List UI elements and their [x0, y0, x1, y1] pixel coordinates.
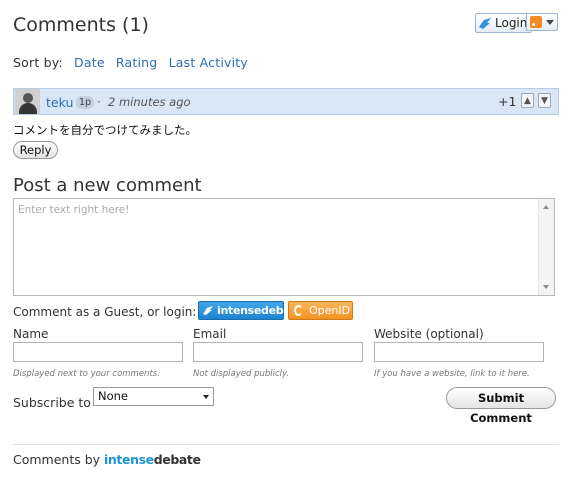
sort-by-date-link[interactable]: Date — [74, 55, 105, 70]
comment-header — [13, 88, 559, 115]
website-field[interactable] — [374, 342, 544, 362]
thumbs-down-icon[interactable]: ▼ — [538, 93, 551, 108]
avatar-head-shape — [23, 93, 33, 103]
footer-divider — [13, 444, 559, 445]
comments-title: Comments (1) — [13, 14, 149, 36]
reputation-badge[interactable]: 1p — [76, 96, 95, 109]
rss-icon — [530, 16, 542, 28]
sort-by-last-activity-link[interactable]: Last Activity — [169, 55, 248, 70]
subscribe-selected-value: None — [98, 389, 129, 403]
intensedebate-login-button[interactable]: intensedebate — [198, 301, 303, 320]
login-button[interactable]: Login — [475, 13, 533, 33]
avatar[interactable] — [15, 89, 40, 114]
login-label: Login — [495, 16, 528, 30]
intensedebate-bird-icon — [203, 306, 213, 315]
subscribe-select[interactable]: None — [93, 387, 214, 406]
website-hint: If you have a website, link to it here. — [374, 369, 530, 379]
rss-dropdown-button[interactable] — [526, 13, 558, 31]
openid-login-label: OpenID — [309, 304, 351, 317]
meta-separator: · — [97, 95, 101, 109]
comment-author-link[interactable]: teku — [46, 95, 73, 110]
chevron-down-icon — [546, 19, 554, 25]
email-hint: Not displayed publicly. — [193, 369, 290, 379]
textarea-placeholder: Enter text right here! — [18, 204, 130, 216]
openid-icon — [294, 305, 303, 316]
comment-body: コメントを自分でつけてみました。 — [13, 123, 197, 137]
textarea-scrollbar[interactable] — [538, 199, 554, 295]
email-label: Email — [193, 327, 227, 341]
scroll-up-icon[interactable] — [543, 205, 549, 209]
sort-bar: Sort by: Date Rating Last Activity — [13, 55, 248, 70]
name-hint: Displayed next to your comments. — [13, 369, 160, 379]
guest-login-label: Comment as a Guest, or login: — [13, 305, 197, 319]
post-comment-title: Post a new comment — [13, 175, 202, 196]
scroll-down-icon[interactable] — [543, 285, 549, 289]
footer-credit: Comments by intensedebate — [13, 452, 201, 467]
subscribe-label: Subscribe to — [13, 395, 91, 410]
intensedebate-bird-icon — [479, 17, 491, 29]
sort-label: Sort by: — [13, 55, 63, 70]
logo-part-debate: debate — [153, 452, 201, 467]
comment-textarea[interactable]: Enter text right here! — [13, 198, 555, 296]
comment-score: +1 — [498, 94, 517, 109]
openid-login-button[interactable]: OpenID — [288, 301, 353, 320]
intensedebate-logo[interactable]: intensedebate — [104, 452, 201, 467]
thumbs-up-icon[interactable]: ▲ — [521, 93, 534, 108]
email-field[interactable] — [193, 342, 363, 362]
name-field[interactable] — [13, 342, 183, 362]
reply-button[interactable]: Reply — [13, 141, 58, 159]
chevron-down-icon — [203, 395, 209, 399]
website-label: Website (optional) — [374, 327, 484, 341]
submit-comment-button[interactable]: Submit Comment — [446, 387, 556, 425]
sort-by-rating-link[interactable]: Rating — [116, 55, 158, 70]
footer-prefix: Comments by — [13, 452, 101, 467]
logo-part-intense: intense — [104, 452, 154, 467]
avatar-body-shape — [19, 103, 37, 114]
comment-timestamp[interactable]: 2 minutes ago — [108, 95, 191, 109]
name-label: Name — [13, 327, 49, 341]
